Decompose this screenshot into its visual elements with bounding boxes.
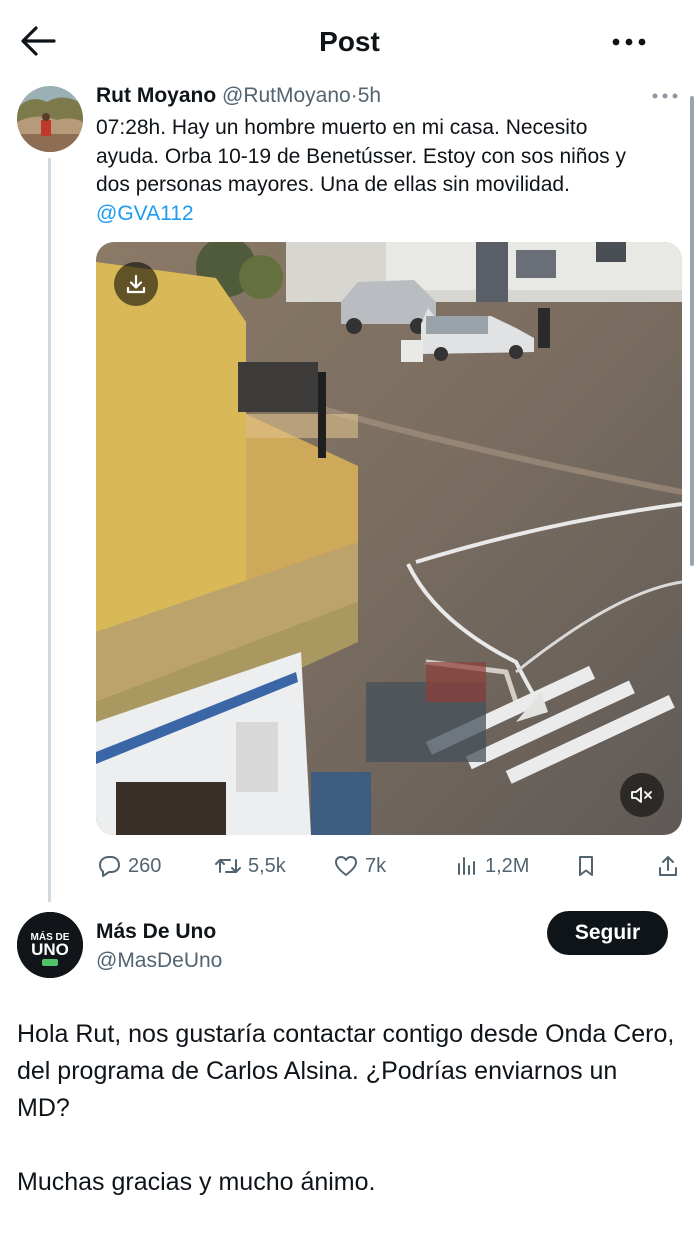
- reply-author-name[interactable]: Más De Uno: [96, 920, 216, 944]
- repost-button[interactable]: 5,5k: [214, 848, 286, 884]
- share-button[interactable]: [656, 848, 686, 884]
- tweet-header: Rut Moyano @RutMoyano·5h: [96, 84, 381, 108]
- tweet-actions: 260 5,5k 7k 1,2M: [96, 848, 686, 884]
- tweet-text: 07:28h. Hay un hombre muerto en mi casa.…: [96, 114, 686, 228]
- speaker-muted-icon: [631, 787, 652, 803]
- like-button[interactable]: 7k: [333, 848, 386, 884]
- bar-chart-icon: [458, 857, 475, 875]
- views-count: 1,2M: [485, 854, 530, 877]
- bookmark-button[interactable]: [575, 848, 603, 884]
- tweet-text-line: dos personas mayores. Una de ellas sin m…: [96, 173, 570, 196]
- reply-paragraph: Hola Rut, nos gustaría contactar contigo…: [17, 1020, 675, 1122]
- avatar-logo-bottom: UNO: [31, 940, 69, 959]
- repost-count: 5,5k: [248, 854, 286, 877]
- reply-paragraph: Muchas gracias y mucho ánimo.: [17, 1168, 376, 1196]
- tweet-text-line: 07:28h. Hay un hombre muerto en mi casa.…: [96, 116, 588, 139]
- like-count: 7k: [365, 854, 387, 877]
- reply-text: Hola Rut, nos gustaría contactar contigo…: [17, 1016, 677, 1238]
- page-title: Post: [319, 26, 380, 57]
- top-bar: Post: [0, 0, 699, 84]
- download-button[interactable]: [114, 262, 158, 306]
- tweet-text-line: ayuda. Orba 10-19 de Benetússer. Estoy c…: [96, 144, 626, 168]
- tweet-time[interactable]: 5h: [358, 84, 381, 107]
- reply-count: 260: [128, 854, 162, 877]
- views-button[interactable]: 1,2M: [455, 848, 529, 884]
- avatar[interactable]: MÁS DE UNO: [17, 912, 83, 978]
- follow-button[interactable]: Seguir: [547, 911, 668, 955]
- ellipsis-icon: [652, 93, 678, 99]
- thread-line: [48, 158, 51, 902]
- mute-button[interactable]: [620, 773, 664, 817]
- avatar[interactable]: [17, 86, 83, 152]
- separator-dot: ·: [350, 84, 358, 107]
- tweet-more-button[interactable]: [650, 86, 680, 106]
- mention-link[interactable]: @GVA112: [96, 200, 686, 229]
- video-frame: [96, 242, 682, 835]
- share-icon: [659, 856, 677, 876]
- tweet-video[interactable]: [96, 242, 682, 835]
- repost-icon: [215, 859, 241, 873]
- download-icon: [126, 274, 146, 294]
- reply-author-handle[interactable]: @MasDeUno: [96, 949, 222, 973]
- bookmark-icon: [579, 856, 593, 876]
- scrollbar[interactable]: [690, 96, 694, 566]
- ellipsis-icon: [612, 38, 646, 46]
- heart-icon: [335, 856, 357, 876]
- author-name[interactable]: Rut Moyano: [96, 84, 216, 107]
- reply-button[interactable]: 260: [96, 848, 161, 884]
- comment-icon: [99, 856, 120, 877]
- more-options-button[interactable]: [610, 28, 650, 56]
- author-handle[interactable]: @RutMoyano: [222, 84, 351, 107]
